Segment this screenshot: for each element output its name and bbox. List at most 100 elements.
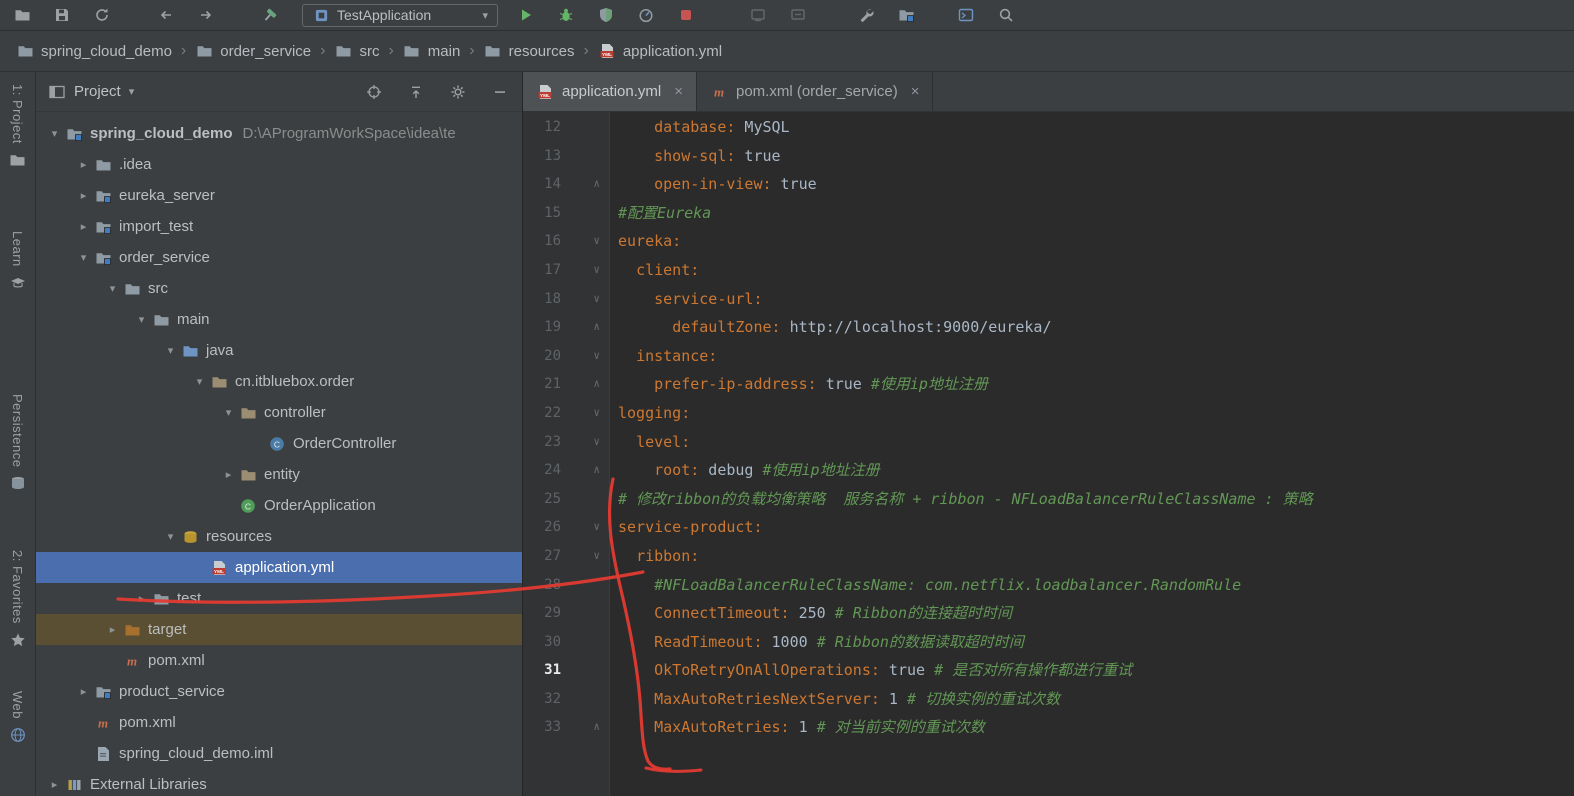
code-line-21[interactable]: 21 ∧ prefer-ip-address: true #使用ip地址注册	[523, 370, 1574, 399]
terminal-button[interactable]	[952, 3, 980, 27]
code-line-26[interactable]: 26 ∨ service-product:	[523, 513, 1574, 542]
tree-item-idea[interactable]: ▸ .idea	[36, 149, 522, 180]
code-line-27[interactable]: 27 ∨ ribbon:	[523, 542, 1574, 571]
code-line-13[interactable]: 13 show-sql: true	[523, 142, 1574, 171]
back-button[interactable]	[152, 3, 180, 27]
code-line-16[interactable]: 16 ∨ eureka:	[523, 227, 1574, 256]
line-number[interactable]: 24	[523, 456, 561, 485]
close-tab-icon[interactable]: ×	[674, 83, 683, 100]
tree-item-eureka-server[interactable]: ▸ eureka_server	[36, 180, 522, 211]
profiler-button[interactable]	[632, 3, 660, 27]
tree-item-java[interactable]: ▾ java	[36, 335, 522, 366]
tree-toggle-icon[interactable]: ▾	[102, 282, 123, 295]
tree-toggle-icon[interactable]: ▸	[73, 189, 94, 202]
tree-item-main[interactable]: ▾ main	[36, 304, 522, 335]
code-line-31[interactable]: 31 OkToRetryOnAllOperations: true # 是否对所…	[523, 656, 1574, 685]
code-line-15[interactable]: 15 #配置Eureka	[523, 199, 1574, 228]
line-number[interactable]: 20	[523, 342, 561, 371]
locate-button[interactable]	[364, 82, 384, 102]
breadcrumb-item-main[interactable]: main	[403, 43, 460, 60]
code-line-25[interactable]: 25 # 修改ribbon的负载均衡策略 服务名称 + ribbon - NFLo…	[523, 485, 1574, 514]
tree-item-controller[interactable]: ▾ controller	[36, 397, 522, 428]
show-module-button[interactable]	[892, 3, 920, 27]
tree-item-target[interactable]: ▸ target	[36, 614, 522, 645]
tree-toggle-icon[interactable]: ▾	[73, 251, 94, 264]
code-line-29[interactable]: 29 ConnectTimeout: 250 # Ribbon的连接超时时间	[523, 599, 1574, 628]
tree-toggle-icon[interactable]: ▸	[218, 468, 239, 481]
tree-item-order-service[interactable]: ▾ order_service	[36, 242, 522, 273]
fold-marker-icon[interactable]: ∧	[561, 313, 609, 342]
fold-marker-icon[interactable]: ∨	[561, 285, 609, 314]
tree-item-entity[interactable]: ▸ entity	[36, 459, 522, 490]
fold-marker-icon[interactable]: ∨	[561, 428, 609, 457]
code-line-33[interactable]: 33 ∧ MaxAutoRetries: 1 # 对当前实例的重试次数	[523, 713, 1574, 742]
code-line-20[interactable]: 20 ∨ instance:	[523, 342, 1574, 371]
code-line-14[interactable]: 14 ∧ open-in-view: true	[523, 170, 1574, 199]
tree-item-src[interactable]: ▾ src	[36, 273, 522, 304]
tree-toggle-icon[interactable]: ▾	[189, 375, 210, 388]
project-panel-title[interactable]: Project	[74, 83, 121, 100]
hide-button[interactable]	[490, 82, 510, 102]
tree-item-product-service[interactable]: ▸ product_service	[36, 676, 522, 707]
tree-toggle-icon[interactable]: ▾	[160, 530, 181, 543]
line-number[interactable]: 18	[523, 285, 561, 314]
attach-1-button[interactable]	[744, 3, 772, 27]
line-number[interactable]: 13	[523, 142, 561, 171]
line-number[interactable]: 22	[523, 399, 561, 428]
tree-item-cn-itbluebox-order[interactable]: ▾ cn.itbluebox.order	[36, 366, 522, 397]
code-line-12[interactable]: 12 database: MySQL	[523, 113, 1574, 142]
tree-item-pom-xml[interactable]: m pom.xml	[36, 645, 522, 676]
tool-window-button-persistence[interactable]: Persistence	[9, 394, 27, 492]
tree-toggle-icon[interactable]: ▸	[102, 623, 123, 636]
tree-toggle-icon[interactable]: ▸	[73, 685, 94, 698]
line-number[interactable]: 23	[523, 428, 561, 457]
tool-window-button-learn[interactable]: Learn	[9, 231, 27, 292]
line-number[interactable]: 28	[523, 571, 561, 600]
tree-item-external-libraries[interactable]: ▸ External Libraries	[36, 769, 522, 796]
fold-marker-icon[interactable]: ∨	[561, 342, 609, 371]
code-line-32[interactable]: 32 MaxAutoRetriesNextServer: 1 # 切换实例的重试…	[523, 685, 1574, 714]
fold-marker-icon[interactable]: ∧	[561, 370, 609, 399]
line-number[interactable]: 19	[523, 313, 561, 342]
tree-toggle-icon[interactable]: ▾	[131, 313, 152, 326]
debug-button[interactable]	[552, 3, 580, 27]
fold-marker-icon[interactable]: ∨	[561, 513, 609, 542]
breadcrumb-item-src[interactable]: src	[334, 43, 379, 60]
line-number[interactable]: 26	[523, 513, 561, 542]
tool-window-button-web[interactable]: Web	[9, 691, 27, 744]
search-everywhere-button[interactable]	[992, 3, 1020, 27]
breadcrumb-item-resources[interactable]: resources	[484, 43, 574, 60]
code-line-28[interactable]: 28 #NFLoadBalancerRuleClassName: com.net…	[523, 571, 1574, 600]
synchronize-button[interactable]	[88, 3, 116, 27]
line-number[interactable]: 21	[523, 370, 561, 399]
line-number[interactable]: 14	[523, 170, 561, 199]
tree-item-ordercontroller[interactable]: C OrderController	[36, 428, 522, 459]
tree-item-resources[interactable]: ▾ resources	[36, 521, 522, 552]
line-number[interactable]: 15	[523, 199, 561, 228]
tree-toggle-icon[interactable]: ▸	[73, 220, 94, 233]
line-number[interactable]: 29	[523, 599, 561, 628]
fold-marker-icon[interactable]: ∨	[561, 399, 609, 428]
tree-item-application-yml[interactable]: YML application.yml	[36, 552, 522, 583]
line-number[interactable]: 31	[523, 656, 561, 685]
tree-toggle-icon[interactable]: ▸	[44, 778, 65, 791]
coverage-button[interactable]	[592, 3, 620, 27]
tree-item-pom-xml[interactable]: m pom.xml	[36, 707, 522, 738]
breadcrumb-item-application-yml[interactable]: YML application.yml	[598, 43, 722, 60]
run-config-combo[interactable]: TestApplication ▾	[302, 3, 498, 27]
tree-item-import-test[interactable]: ▸ import_test	[36, 211, 522, 242]
save-all-button[interactable]	[48, 3, 76, 27]
tree-item-orderapplication[interactable]: C OrderApplication	[36, 490, 522, 521]
fold-marker-icon[interactable]: ∧	[561, 456, 609, 485]
line-number[interactable]: 33	[523, 713, 561, 742]
code-line-24[interactable]: 24 ∧ root: debug #使用ip地址注册	[523, 456, 1574, 485]
forward-button[interactable]	[192, 3, 220, 27]
collapse-all-button[interactable]	[406, 82, 426, 102]
line-number[interactable]: 17	[523, 256, 561, 285]
tool-window-button-1-project[interactable]: 1: Project	[9, 84, 27, 169]
tree-toggle-icon[interactable]: ▾	[218, 406, 239, 419]
build-hammer-button[interactable]	[256, 3, 284, 27]
fold-marker-icon[interactable]: ∨	[561, 227, 609, 256]
breadcrumb-item-spring-cloud-demo[interactable]: spring_cloud_demo	[16, 43, 172, 60]
tree-item-spring-cloud-demo-iml[interactable]: spring_cloud_demo.iml	[36, 738, 522, 769]
